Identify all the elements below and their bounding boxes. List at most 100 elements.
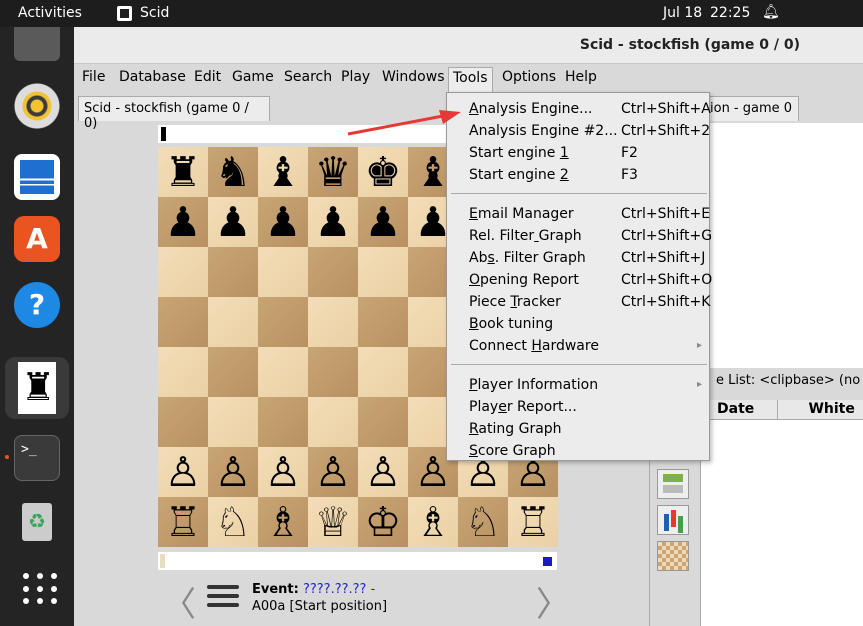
board-square[interactable]: ♙ xyxy=(308,447,358,497)
menu-item-start-engine-1[interactable]: Start engine 1 F2 xyxy=(469,143,707,165)
board-square[interactable] xyxy=(308,297,358,347)
menu-item-analysis-engine-2[interactable]: Analysis Engine #2... Ctrl+Shift+2 xyxy=(469,121,711,143)
column-white[interactable]: White xyxy=(778,400,863,419)
board-square[interactable] xyxy=(358,397,408,447)
board-square[interactable] xyxy=(358,297,408,347)
board-square[interactable]: ♙ xyxy=(158,447,208,497)
board-square[interactable] xyxy=(208,297,258,347)
menu-play[interactable]: Play xyxy=(341,69,370,85)
board-square[interactable]: ♙ xyxy=(208,447,258,497)
board-square[interactable]: ♖ xyxy=(508,497,558,547)
menu-item-abs-filter-graph[interactable]: Abs. Filter Graph Ctrl+Shift+J xyxy=(469,248,707,270)
clock-time[interactable]: 22:25 xyxy=(710,5,750,21)
terminal-icon[interactable]: >_ xyxy=(14,435,60,481)
board-square[interactable]: ♗ xyxy=(258,497,308,547)
menu-edit[interactable]: Edit xyxy=(194,69,221,85)
board-square[interactable]: ♘ xyxy=(458,497,508,547)
show-apps-icon[interactable] xyxy=(14,566,60,612)
board-square[interactable]: ♖ xyxy=(158,497,208,547)
next-move-button[interactable]: 〉 xyxy=(536,577,570,626)
board-square[interactable]: ♙ xyxy=(258,447,308,497)
board-square[interactable]: ♘ xyxy=(208,497,258,547)
board-square[interactable]: ♟ xyxy=(158,197,208,247)
board-square[interactable]: ♟ xyxy=(358,197,408,247)
board-square[interactable]: ♚ xyxy=(358,147,408,197)
menu-item-book-tuning[interactable]: Book tuning xyxy=(469,314,707,336)
event-date-link[interactable]: ????.??.?? - xyxy=(303,582,375,597)
board-square[interactable] xyxy=(158,247,208,297)
scid-dock-icon[interactable] xyxy=(5,357,69,419)
game-menu-icon[interactable] xyxy=(207,585,239,607)
board-square[interactable] xyxy=(208,247,258,297)
running-indicator xyxy=(5,455,9,459)
bell-icon[interactable]: 🔔︎ xyxy=(762,4,780,20)
menu-item-start-engine-2[interactable]: Start engine 2 F3 xyxy=(469,165,707,187)
trash-icon[interactable] xyxy=(14,499,60,545)
board-square[interactable]: ♟ xyxy=(208,197,258,247)
board-square[interactable] xyxy=(208,347,258,397)
app-menu[interactable]: Scid xyxy=(117,5,169,21)
menu-file[interactable]: File xyxy=(82,69,105,85)
board-square[interactable]: ♟ xyxy=(308,197,358,247)
board-square[interactable] xyxy=(258,297,308,347)
menu-item-score-graph[interactable]: Score Graph xyxy=(469,441,707,463)
board-square[interactable]: ♛ xyxy=(308,147,358,197)
column-date[interactable]: Date xyxy=(701,400,779,419)
libreoffice-writer-icon[interactable] xyxy=(14,154,60,200)
menu-windows[interactable]: Windows xyxy=(382,69,445,85)
board-square[interactable]: ♝ xyxy=(258,147,308,197)
menu-item-shortcut: Ctrl+Shift+E xyxy=(621,206,711,222)
title-bar[interactable]: Scid - stockfish (game 0 / 0) xyxy=(74,27,863,64)
menu-item-email-manager[interactable]: Email Manager Ctrl+Shift+E xyxy=(469,204,711,226)
menu-item-label: Player Information xyxy=(469,377,599,393)
filter-icon[interactable] xyxy=(657,469,689,499)
tab-analysis[interactable]: ion - game 0 xyxy=(704,96,799,121)
menu-tools[interactable]: Tools xyxy=(448,67,493,92)
board-square[interactable] xyxy=(308,397,358,447)
activities-button[interactable]: Activities xyxy=(18,5,82,21)
clock-date[interactable]: Jul 18 xyxy=(663,5,702,21)
board-square[interactable]: ♟ xyxy=(258,197,308,247)
app-store-icon[interactable]: A xyxy=(14,216,60,262)
menu-item-rating-graph[interactable]: Rating Graph xyxy=(469,419,707,441)
board-square[interactable] xyxy=(358,247,408,297)
game-list-table[interactable]: Date White xyxy=(700,400,863,626)
menu-database[interactable]: Database xyxy=(119,69,186,85)
board-square[interactable] xyxy=(258,347,308,397)
previous-move-button[interactable]: 〈 xyxy=(162,577,196,626)
board-square[interactable]: ♜ xyxy=(158,147,208,197)
menu-item-opening-report[interactable]: Opening Report Ctrl+Shift+O xyxy=(469,270,712,292)
menu-item-shortcut: Ctrl+Shift+2 xyxy=(621,123,711,139)
board-square[interactable] xyxy=(308,347,358,397)
menu-item-analysis-engine[interactable]: Analysis Engine... Ctrl+Shift+A xyxy=(469,99,711,121)
help-icon[interactable]: ? xyxy=(14,282,60,328)
tab-main-board[interactable]: Scid - stockfish (game 0 / 0) xyxy=(78,96,270,131)
menu-item-player-information[interactable]: Player Information ▸ xyxy=(469,375,707,397)
board-square[interactable] xyxy=(308,247,358,297)
board-square[interactable]: ♞ xyxy=(208,147,258,197)
board-square[interactable] xyxy=(158,397,208,447)
board-icon[interactable] xyxy=(657,541,689,571)
menu-search[interactable]: Search xyxy=(284,69,332,85)
menu-game[interactable]: Game xyxy=(232,69,274,85)
board-square[interactable] xyxy=(158,297,208,347)
menu-item-connect-hardware[interactable]: Connect Hardware ▸ xyxy=(469,336,707,358)
board-square[interactable] xyxy=(358,347,408,397)
menu-item-piece-tracker[interactable]: Piece Tracker Ctrl+Shift+K xyxy=(469,292,710,314)
board-square[interactable]: ♗ xyxy=(408,497,458,547)
board-square[interactable]: ♔ xyxy=(358,497,408,547)
rhythmbox-icon[interactable] xyxy=(14,83,60,129)
board-square[interactable] xyxy=(158,347,208,397)
board-square[interactable] xyxy=(258,397,308,447)
menu-help[interactable]: Help xyxy=(565,69,597,85)
menu-options[interactable]: Options xyxy=(502,69,556,85)
chart-icon[interactable] xyxy=(657,505,689,535)
menu-item-shortcut: Ctrl+Shift+O xyxy=(621,272,713,288)
menu-item-player-report[interactable]: Player Report... xyxy=(469,397,707,419)
dock-partial-item-icon[interactable] xyxy=(14,27,60,61)
menu-item-rel-filter-graph[interactable]: Rel. Filter Graph Ctrl+Shift+G xyxy=(469,226,712,248)
board-square[interactable]: ♕ xyxy=(308,497,358,547)
board-square[interactable] xyxy=(258,247,308,297)
board-square[interactable] xyxy=(208,397,258,447)
board-square[interactable]: ♙ xyxy=(358,447,408,497)
